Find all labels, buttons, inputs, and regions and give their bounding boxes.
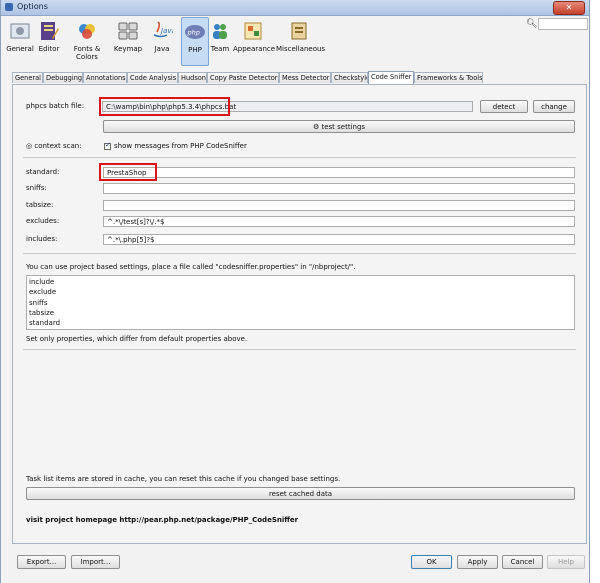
category-label: Appearance: [233, 45, 276, 53]
excludes-label: excludes:: [26, 217, 60, 225]
category-label: General: [6, 45, 34, 53]
test-icon: ⚙: [312, 123, 320, 131]
highlight-box: [99, 97, 230, 116]
properties-textarea[interactable]: include exclude sniffs tabsize standard: [26, 275, 575, 330]
category-fonts-colors[interactable]: Fonts & Colors: [62, 20, 112, 61]
project-homepage-link[interactable]: visit project homepage http://pear.php.n…: [26, 516, 298, 524]
close-button[interactable]: ✕: [553, 1, 585, 15]
close-icon: ✕: [565, 3, 573, 12]
divider: [23, 253, 576, 254]
batch-file-label: phpcs batch file:: [26, 102, 85, 110]
keymap-icon: [118, 22, 138, 40]
tab-frameworks-tools[interactable]: Frameworks & Tools: [414, 72, 483, 83]
excludes-input[interactable]: ^.*\/test[s]?\/.*$: [103, 216, 575, 227]
project-settings-note: You can use project based settings, plac…: [26, 263, 356, 271]
apply-button[interactable]: Apply: [457, 555, 498, 569]
java-icon: Java: [153, 21, 173, 38]
category-label: Team: [210, 45, 230, 53]
php-icon: php: [185, 25, 205, 39]
detect-button[interactable]: detect: [480, 100, 528, 113]
divider: [23, 157, 576, 158]
property-line: sniffs: [29, 298, 48, 307]
divider: [23, 349, 576, 350]
window-title: Options: [17, 2, 48, 11]
category-keymap[interactable]: Keymap: [113, 20, 143, 53]
search-icon: 🔍︎: [526, 19, 538, 29]
svg-text:Java: Java: [159, 27, 173, 35]
title-bar: Options ✕: [1, 0, 589, 16]
context-scan-icon: ◎: [26, 142, 33, 150]
property-line: exclude: [29, 288, 57, 297]
test-settings-button[interactable]: ⚙ test settings: [103, 120, 575, 133]
category-label: Fonts & Colors: [73, 45, 101, 61]
change-button[interactable]: change: [533, 100, 575, 113]
tab-checkstyle[interactable]: Checkstyle: [331, 72, 368, 83]
cancel-button[interactable]: Cancel: [502, 555, 543, 569]
property-line: include: [29, 278, 55, 286]
miscellaneous-icon: [291, 22, 307, 40]
editor-icon: [41, 22, 59, 40]
tab-copy-paste-detector[interactable]: Copy Paste Detector: [207, 72, 279, 83]
app-icon: [5, 3, 13, 11]
category-java[interactable]: Java Java: [146, 20, 178, 53]
test-settings-label: test settings: [321, 123, 366, 131]
cache-note: Task list items are stored in cache, you…: [26, 475, 341, 483]
category-appearance[interactable]: Appearance: [233, 20, 276, 53]
general-icon: [10, 23, 30, 39]
category-label: PHP: [188, 46, 202, 54]
category-editor[interactable]: Editor: [37, 20, 61, 53]
code-sniffer-panel: phpcs batch file: C:\wamp\bin\php\php5.3…: [12, 84, 587, 544]
help-button[interactable]: Help: [547, 555, 585, 569]
tab-code-sniffer[interactable]: Code Sniffer: [368, 71, 414, 84]
diff-properties-note: Set only properties, which differ from d…: [26, 335, 248, 343]
tab-mess-detector[interactable]: Mess Detector: [279, 72, 331, 83]
property-line: tabsize: [29, 308, 55, 317]
category-label: Java: [154, 45, 170, 53]
context-scan-label: ◎ context scan:: [26, 142, 82, 150]
options-window: Options ✕ General Editor Fonts & Colors …: [0, 0, 590, 583]
sniffs-label: sniffs:: [26, 184, 47, 192]
category-team[interactable]: Team: [208, 20, 232, 53]
standard-label: standard:: [26, 168, 60, 176]
context-scan-text: context scan:: [34, 142, 82, 150]
tab-debugging[interactable]: Debugging: [43, 72, 83, 83]
tab-code-analysis[interactable]: Code Analysis: [127, 72, 178, 83]
tab-general[interactable]: General: [12, 72, 43, 83]
includes-label: includes:: [26, 235, 58, 243]
tab-bar: General Debugging Annotations Code Analy…: [12, 71, 587, 84]
team-icon: [213, 24, 227, 39]
show-messages-label: show messages from PHP CodeSniffer: [114, 142, 247, 150]
tabsize-input[interactable]: [103, 200, 575, 211]
fonts-colors-icon: [79, 24, 95, 39]
category-php[interactable]: php PHP: [181, 17, 209, 66]
category-label: Editor: [38, 45, 60, 53]
category-general[interactable]: General: [5, 20, 35, 53]
appearance-icon: [244, 22, 262, 40]
tab-hudson[interactable]: Hudson: [178, 72, 207, 83]
property-line: standard: [29, 319, 61, 328]
standard-input[interactable]: PrestaShop: [103, 167, 575, 178]
category-miscellaneous[interactable]: Miscellaneous: [276, 20, 326, 53]
includes-input[interactable]: ^.*\.php[5]?$: [103, 234, 575, 245]
tabsize-label: tabsize:: [26, 201, 54, 209]
category-label: Keymap: [113, 45, 143, 53]
category-toolbar: General Editor Fonts & Colors Keymap Jav…: [1, 16, 589, 66]
category-label: Miscellaneous: [276, 45, 326, 53]
sniffs-input[interactable]: [103, 183, 575, 194]
reset-cache-button[interactable]: reset cached data: [26, 487, 575, 500]
show-messages-checkbox[interactable]: [104, 141, 111, 150]
svg-text:php: php: [187, 29, 200, 37]
tab-annotations[interactable]: Annotations: [83, 72, 127, 83]
ok-button[interactable]: OK: [411, 555, 452, 569]
import-button[interactable]: Import...: [71, 555, 120, 569]
highlight-box: [99, 163, 157, 181]
search-input[interactable]: [538, 18, 588, 30]
export-button[interactable]: Export...: [17, 555, 66, 569]
